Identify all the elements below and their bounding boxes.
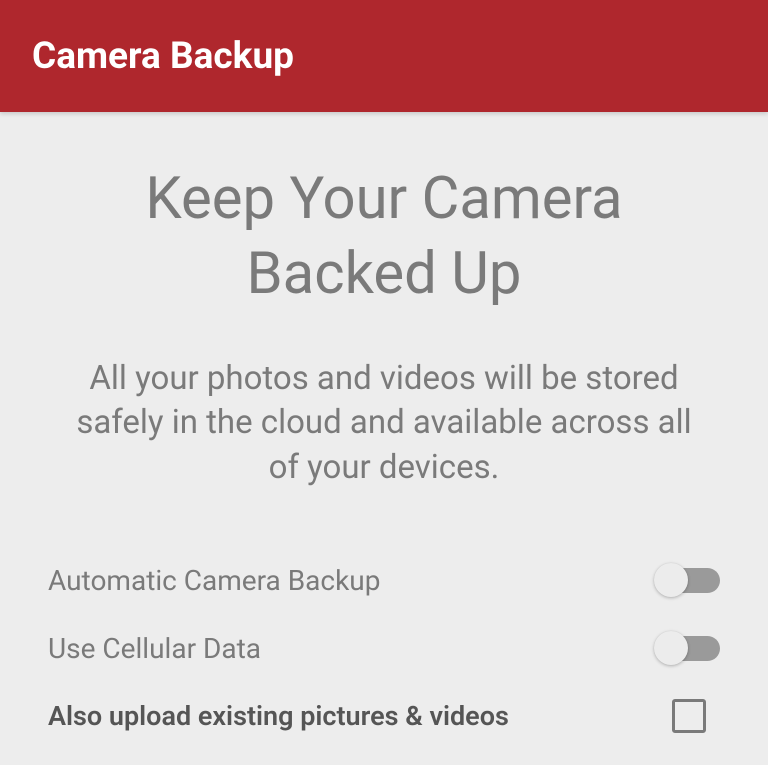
auto-backup-label: Automatic Camera Backup: [48, 564, 380, 597]
header-title: Camera Backup: [32, 35, 294, 78]
cellular-toggle[interactable]: [656, 634, 720, 662]
main-content: Keep Your Camera Backed Up All your phot…: [0, 112, 768, 750]
setting-row-auto-backup: Automatic Camera Backup: [48, 546, 720, 614]
page-description: All your photos and videos will be store…: [48, 357, 720, 491]
app-header: Camera Backup: [0, 0, 768, 112]
upload-existing-checkbox[interactable]: [672, 699, 706, 733]
setting-row-cellular: Use Cellular Data: [48, 614, 720, 682]
cellular-label: Use Cellular Data: [48, 632, 261, 665]
upload-existing-label: Also upload existing pictures & videos: [48, 700, 509, 732]
auto-backup-toggle[interactable]: [656, 566, 720, 594]
page-title: Keep Your Camera Backed Up: [48, 162, 720, 313]
setting-row-upload-existing: Also upload existing pictures & videos: [48, 682, 720, 750]
